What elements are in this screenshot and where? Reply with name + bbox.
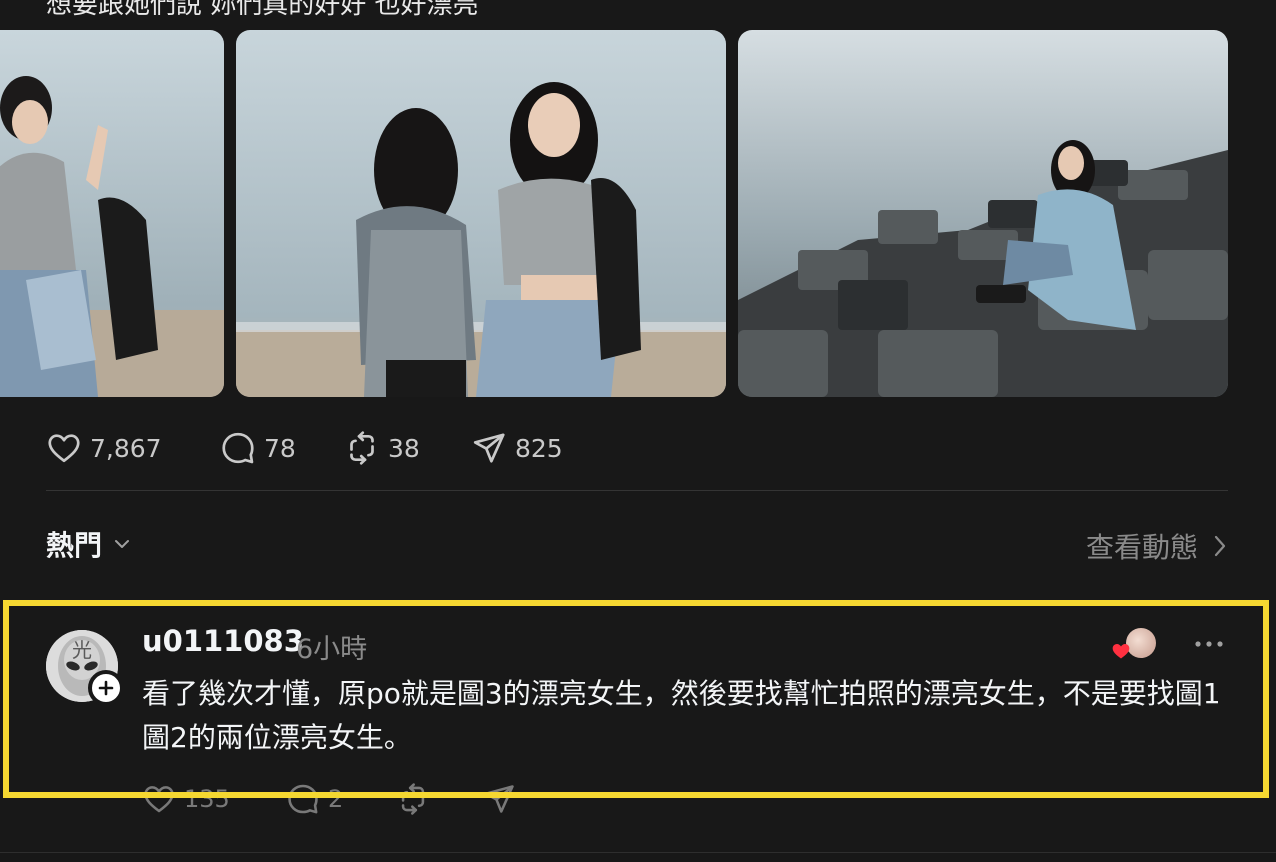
comment-repost-button[interactable] bbox=[396, 782, 430, 816]
comment-like-button[interactable]: 135 bbox=[142, 782, 230, 816]
post-photo-1[interactable] bbox=[0, 30, 224, 397]
more-options-icon[interactable] bbox=[1192, 630, 1226, 658]
comment-like-count: 135 bbox=[184, 785, 230, 813]
comment-count: 78 bbox=[264, 433, 296, 463]
plus-icon bbox=[98, 680, 114, 696]
sort-dropdown[interactable]: 熱門 bbox=[46, 524, 132, 564]
author-liked-heart-icon bbox=[1112, 644, 1130, 659]
post-photo-2[interactable] bbox=[236, 30, 726, 397]
repost-icon bbox=[401, 783, 425, 815]
repost-icon bbox=[350, 431, 374, 465]
post-photo-3[interactable] bbox=[738, 30, 1228, 397]
comment-button[interactable]: 78 bbox=[220, 426, 296, 470]
sort-label: 熱門 bbox=[46, 529, 103, 562]
share-count: 825 bbox=[515, 433, 563, 463]
heart-icon bbox=[48, 434, 80, 463]
repost-button[interactable]: 38 bbox=[344, 426, 420, 470]
comment-reply-count: 2 bbox=[328, 785, 344, 813]
like-button[interactable]: 7,867 bbox=[46, 426, 162, 470]
comment-timestamp: 6小時 bbox=[296, 634, 368, 665]
comment-reply-button[interactable]: 2 bbox=[286, 782, 343, 816]
avatar-glyph: 光 bbox=[72, 638, 92, 662]
comment-bubble-icon bbox=[288, 784, 318, 814]
comment-text: 看了幾次才懂，原po就是圖3的漂亮女生，然後要找幫忙拍照的漂亮女生，不是要找圖1… bbox=[142, 677, 1221, 754]
post-caption: 想要跟她們說 妳們真的好好 也好漂亮 bbox=[46, 0, 479, 20]
like-count: 7,867 bbox=[90, 433, 162, 463]
chevron-down-icon bbox=[115, 540, 130, 548]
comment-username[interactable]: u0111083 bbox=[142, 624, 304, 658]
heart-icon bbox=[144, 786, 174, 813]
divider bbox=[0, 852, 1276, 853]
share-button[interactable]: 825 bbox=[471, 426, 563, 470]
send-icon bbox=[484, 785, 514, 813]
view-activity-link[interactable]: 查看動態 bbox=[1086, 526, 1228, 566]
follow-button[interactable] bbox=[88, 670, 124, 706]
comment-share-button[interactable] bbox=[482, 782, 516, 816]
repost-count: 38 bbox=[388, 433, 420, 463]
comment-bubble-icon bbox=[222, 432, 254, 464]
chevron-right-icon bbox=[1214, 535, 1226, 557]
divider bbox=[46, 490, 1228, 491]
send-icon bbox=[473, 433, 505, 463]
view-activity-label: 查看動態 bbox=[1085, 531, 1198, 564]
